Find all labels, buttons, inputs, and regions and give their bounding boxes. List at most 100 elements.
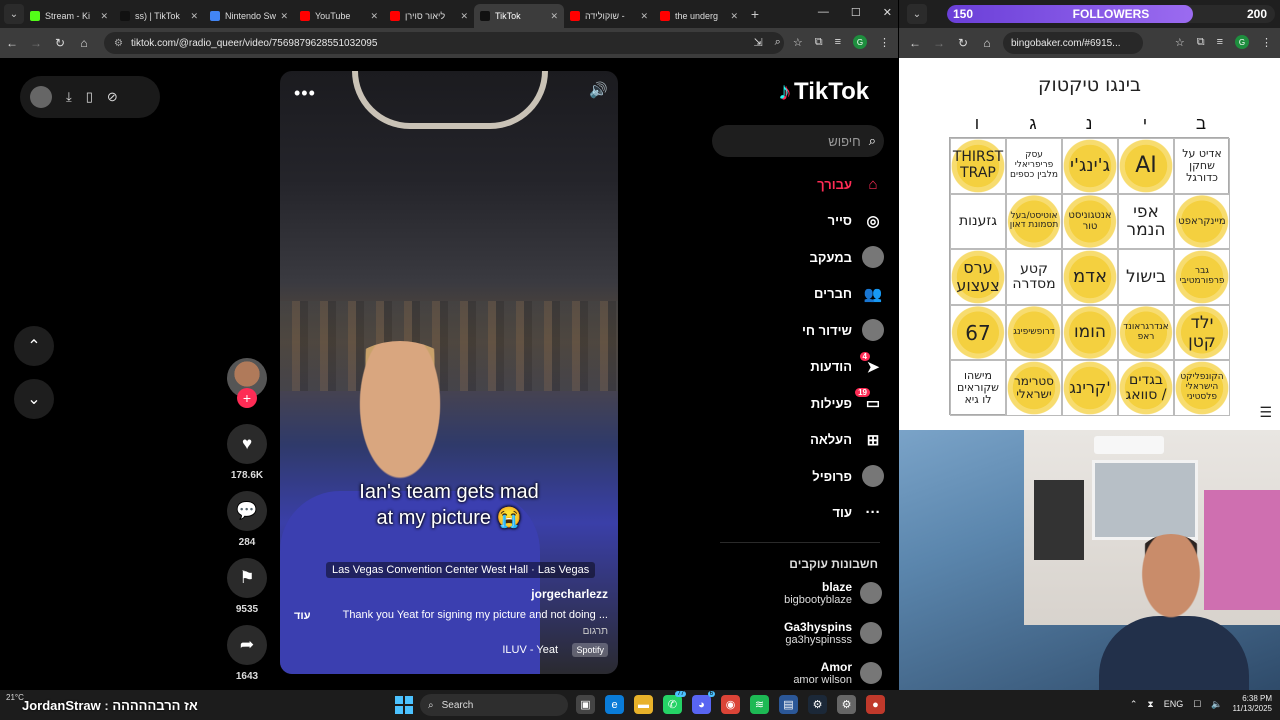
device-icon[interactable]: ▯ — [86, 89, 93, 105]
volume-icon[interactable]: 🔊 — [589, 81, 608, 99]
following-account[interactable]: Amor amor wilson — [712, 660, 882, 686]
browser-menu-icon[interactable]: ⋮ — [879, 36, 890, 49]
bingo-cell[interactable]: קרינג' — [1062, 360, 1118, 416]
notepad-icon[interactable]: ▤ — [779, 695, 798, 714]
bingo-menu-icon[interactable]: ⋮ — [1261, 36, 1272, 49]
forward-icon[interactable]: → — [24, 36, 48, 50]
bingo-cell[interactable]: ג'ינג'י — [1062, 138, 1118, 194]
discord-icon[interactable]: ◕ 6 — [692, 691, 715, 714]
nav-item[interactable]: עבורך ⌂ — [712, 166, 884, 203]
bookmark-icon[interactable]: ⚑ — [227, 558, 267, 598]
nav-item[interactable]: שידור חי — [712, 312, 884, 349]
video-player[interactable]: ••• 🔊 Ian's team gets mad at my picture … — [280, 71, 618, 674]
video-more-icon[interactable]: ••• — [294, 83, 316, 104]
share-link-icon[interactable]: ⊘ — [107, 89, 118, 105]
search-icon[interactable]: ⌕ — [869, 133, 876, 149]
new-tab-icon[interactable]: + — [744, 6, 766, 22]
tab-close-icon[interactable]: ✕ — [370, 11, 378, 22]
bingo-cell[interactable]: קטע מסדרה — [1006, 249, 1062, 305]
bingo-cell[interactable]: מיינקראפט — [1174, 193, 1230, 250]
browser-tab[interactable]: Stream - Ki ✕ — [24, 4, 114, 28]
browser-tab[interactable]: Nintendo Sw ✕ — [204, 4, 294, 28]
browser-tab[interactable]: ליאור סוירן ✕ — [384, 4, 474, 28]
bingo-cell[interactable]: ילד קטן — [1174, 304, 1230, 361]
bingo-cell[interactable]: אדיט על שחקן כדורגל — [1174, 138, 1230, 194]
bingo-forward-icon[interactable]: → — [927, 36, 951, 50]
nav-item[interactable]: העלאה ⊞ — [712, 422, 884, 459]
bingo-cell[interactable]: AI — [1118, 138, 1174, 194]
obs-icon[interactable]: ● — [866, 695, 885, 714]
tray-network-icon[interactable]: ⧗ — [1147, 699, 1153, 710]
nav-item[interactable]: פרופיל — [712, 458, 884, 495]
search-input[interactable]: חיפוש ⌕ — [712, 125, 884, 157]
settings-icon[interactable]: ⚙ — [837, 695, 856, 714]
chrome-icon[interactable]: ◉ — [721, 695, 740, 714]
file-explorer-icon[interactable]: ▬ — [634, 695, 653, 714]
video-username[interactable]: jorgecharlezz — [531, 587, 608, 601]
tray-chevron-icon[interactable]: ⌃ — [1130, 699, 1138, 710]
follow-plus-icon[interactable]: + — [237, 388, 257, 408]
nav-item[interactable]: במעקב — [712, 239, 884, 276]
bingo-cell[interactable]: מישהו שקוראים לו גיא — [950, 360, 1006, 416]
bingo-cell[interactable]: סטרימר ישראלי — [1006, 360, 1062, 416]
speaker-icon[interactable]: 🔈 — [1211, 699, 1222, 710]
wifi-icon[interactable]: ☐ — [1193, 699, 1201, 710]
bingo-cell[interactable]: ערס צעצוע — [950, 249, 1006, 305]
bingo-address-bar[interactable]: bingobaker.com/#6915... — [1003, 32, 1143, 54]
bingo-cell[interactable]: בגדים סוואג / — [1118, 360, 1174, 416]
tab-close-icon[interactable]: ✕ — [100, 11, 108, 22]
bingo-cell[interactable]: עסק פריפריאלי מלבין כספים — [1006, 138, 1062, 194]
close-window-icon[interactable]: ✕ — [883, 6, 892, 19]
home-browser-icon[interactable]: ⌂ — [72, 36, 96, 50]
bingo-star-icon[interactable]: ☆ — [1175, 36, 1185, 49]
bingo-cell[interactable]: אוטיסט/בעל תסמונת דאון — [1006, 193, 1062, 250]
bingo-reading-icon[interactable]: ≡ — [1217, 36, 1223, 48]
reading-list-icon[interactable]: ≡ — [835, 36, 841, 48]
nav-item[interactable]: פעילות ▭ 19 — [712, 385, 884, 422]
tab-close-icon[interactable]: ✕ — [730, 11, 738, 22]
spotify-button[interactable]: Spotify — [572, 643, 608, 657]
browser-tab[interactable]: YouTube ✕ — [294, 4, 384, 28]
bingo-cell[interactable]: THIRST TRAP — [950, 138, 1006, 194]
bingo-cell[interactable]: דרופשיפינג — [1006, 304, 1062, 361]
bingo-home-icon[interactable]: ⌂ — [975, 36, 999, 50]
tab-close-icon[interactable]: ✕ — [550, 11, 558, 22]
profile-avatar[interactable]: G — [853, 35, 867, 49]
extensions-icon[interactable]: ⧉ — [815, 36, 823, 49]
bingo-reload-icon[interactable]: ↻ — [951, 36, 975, 50]
nav-item[interactable]: עוד ··· — [712, 495, 884, 532]
comment-icon[interactable]: 💬 — [227, 491, 267, 531]
bingo-extensions-icon[interactable]: ⧉ — [1197, 36, 1205, 49]
spotify-icon[interactable]: ≋ — [750, 695, 769, 714]
see-more-link[interactable]: עוד — [294, 610, 311, 622]
task-view-icon[interactable]: ▣ — [576, 695, 595, 714]
bingo-cell[interactable]: 67 — [950, 304, 1006, 361]
next-video-button[interactable]: ⌄ — [14, 379, 54, 419]
download-icon[interactable]: ⤓ — [66, 89, 72, 105]
language-indicator[interactable]: ENG — [1164, 699, 1184, 709]
bingo-cell[interactable]: בישול — [1118, 249, 1174, 305]
browser-tab[interactable]: ss) | TikTok ✕ — [114, 4, 204, 28]
site-info-icon[interactable]: ⚙ — [114, 38, 123, 49]
creator-avatar[interactable]: + — [227, 358, 267, 408]
tab-close-icon[interactable]: ✕ — [460, 11, 468, 22]
bookmark-star-icon[interactable]: ☆ — [793, 36, 803, 49]
tab-search-icon[interactable]: ⌄ — [4, 4, 24, 24]
reload-icon[interactable]: ↻ — [48, 36, 72, 50]
zoom-icon[interactable]: ⌕ — [775, 36, 781, 49]
nav-item[interactable]: הודעות ➤ 4 — [712, 349, 884, 386]
address-bar[interactable]: ⚙ tiktok.com/@radio_queer/video/75698796… — [104, 32, 784, 54]
tab-close-icon[interactable]: ✕ — [640, 11, 648, 22]
like-icon[interactable]: ♥ — [227, 424, 267, 464]
edge-icon[interactable]: e — [605, 695, 624, 714]
nav-item[interactable]: חברים 👥 — [712, 276, 884, 313]
bingo-cell[interactable]: הומו — [1062, 304, 1118, 361]
tiktok-logo[interactable]: ♪ TikTok — [778, 78, 869, 106]
bingo-cell[interactable]: גזענות — [950, 193, 1006, 250]
windows-start-icon[interactable] — [395, 696, 413, 714]
translate-link[interactable]: תרגום — [583, 626, 608, 637]
bingo-tab-search-icon[interactable]: ⌄ — [907, 4, 927, 24]
bingo-cell[interactable]: הקונפליקט הישראלי פלסטיני — [1174, 360, 1230, 416]
steam-icon[interactable]: ⚙ — [808, 695, 827, 714]
following-account[interactable]: blaze bigbootyblaze — [712, 580, 882, 606]
